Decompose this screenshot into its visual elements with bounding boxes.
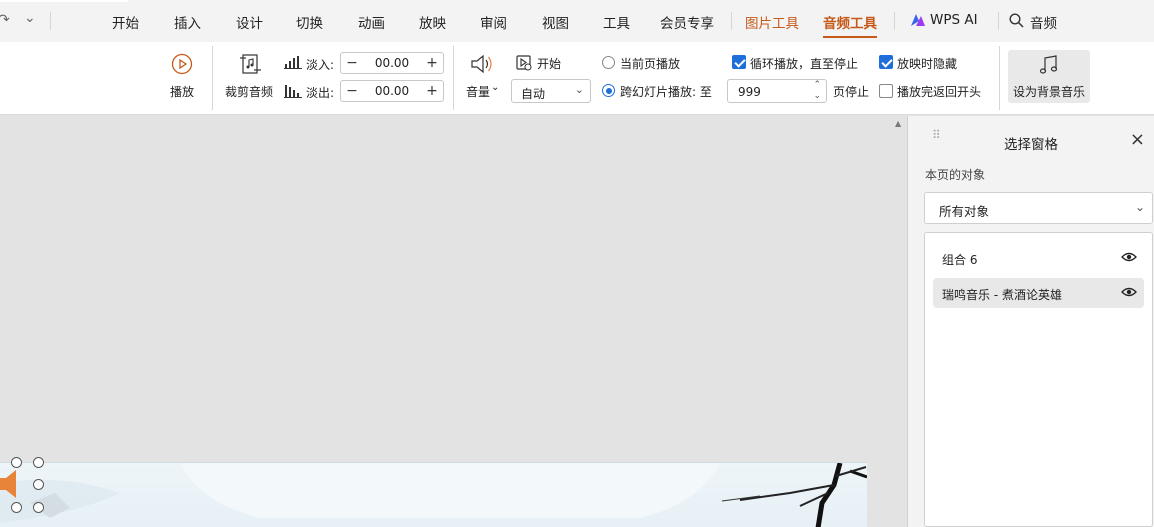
slide-artwork xyxy=(0,463,867,527)
tab-view[interactable]: 视图 xyxy=(542,12,569,32)
eye-icon[interactable] xyxy=(1121,250,1137,267)
canvas-vertical-scrollbar[interactable]: ▲ xyxy=(890,116,907,527)
radio-current-page[interactable] xyxy=(602,56,615,69)
wps-ai-button[interactable]: WPS AI xyxy=(930,12,978,28)
chevron-down-icon: ⌄ xyxy=(1134,200,1145,214)
hide-during-show-label[interactable]: 放映时隐藏 xyxy=(897,55,957,72)
tab-transition[interactable]: 切换 xyxy=(296,12,323,32)
tab-member[interactable]: 会员专享 xyxy=(660,12,714,32)
fade-in-decrement-button[interactable]: − xyxy=(343,54,361,72)
tab-animation[interactable]: 动画 xyxy=(358,12,385,32)
start-trigger-icon xyxy=(516,55,532,74)
fade-out-value[interactable]: 00.00 xyxy=(363,84,421,98)
loop-label[interactable]: 循环播放，直至停止 xyxy=(750,55,858,72)
volume-chevron-down-icon[interactable]: ⌄ xyxy=(491,82,499,93)
object-name: 组合 6 xyxy=(942,253,978,267)
quick-access-more-icon[interactable]: ⌄ xyxy=(24,10,36,26)
fade-in-increment-button[interactable]: + xyxy=(423,54,441,72)
close-icon[interactable]: × xyxy=(1130,129,1145,150)
fade-out-increment-button[interactable]: + xyxy=(423,82,441,100)
fade-in-value[interactable]: 00.00 xyxy=(363,56,421,70)
ribbon-divider xyxy=(999,46,1000,110)
selection-pane: ⠿ 选择窗格 × 本页的对象 所有对象 ⌄ 组合 6 瑞鸣音乐 - 煮酒论英雄 xyxy=(907,116,1154,527)
menu-divider xyxy=(50,12,51,30)
trim-audio-button[interactable]: 裁剪音频 xyxy=(225,83,273,100)
search-icon[interactable] xyxy=(1009,13,1024,31)
menu-divider xyxy=(998,12,999,30)
start-mode-value: 自动 xyxy=(521,87,546,101)
tab-home[interactable]: 开始 xyxy=(112,12,139,32)
resize-handle[interactable] xyxy=(11,502,22,513)
fade-in-label: 淡入: xyxy=(306,58,335,72)
fade-out-stepper[interactable]: − 00.00 + xyxy=(340,80,444,102)
trim-audio-icon[interactable] xyxy=(239,52,263,79)
redo-icon[interactable]: ↷ xyxy=(0,12,10,28)
tab-audio-tools[interactable]: 音频工具 xyxy=(823,12,877,38)
object-list: 组合 6 瑞鸣音乐 - 煮酒论英雄 xyxy=(924,232,1153,527)
pane-subtitle: 本页的对象 xyxy=(925,168,986,182)
ribbon-divider xyxy=(212,46,213,110)
rewind-checkbox[interactable] xyxy=(879,84,893,98)
scroll-up-icon[interactable]: ▲ xyxy=(895,119,901,128)
rewind-label[interactable]: 播放完返回开头 xyxy=(897,83,981,100)
menu-divider xyxy=(894,12,895,30)
resize-handle[interactable] xyxy=(33,479,44,490)
tab-slideshow[interactable]: 放映 xyxy=(419,12,446,32)
start-mode-select[interactable]: 自动 ⌄ xyxy=(511,79,591,103)
menu-bar: ↷ ⌄ 开始 插入 设计 切换 动画 放映 审阅 视图 工具 会员专享 图片工具… xyxy=(0,0,1154,42)
volume-button[interactable]: 音量 xyxy=(466,83,490,100)
tab-picture-tools[interactable]: 图片工具 xyxy=(745,12,799,32)
fade-out-decrement-button[interactable]: − xyxy=(343,82,361,100)
tab-tools[interactable]: 工具 xyxy=(603,12,630,32)
loop-checkbox[interactable] xyxy=(732,55,746,69)
wps-ai-logo-icon xyxy=(910,13,926,30)
play-button[interactable]: 播放 xyxy=(170,83,194,100)
fade-in-stepper[interactable]: − 00.00 + xyxy=(340,52,444,74)
hide-during-show-checkbox[interactable] xyxy=(879,55,893,69)
tab-insert[interactable]: 插入 xyxy=(174,12,201,32)
page-stop-label: 页停止 xyxy=(833,85,870,99)
radio-cross-slides-label[interactable]: 跨幻灯片播放: 至 xyxy=(620,83,712,100)
object-filter-select[interactable]: 所有对象 ⌄ xyxy=(924,192,1153,224)
play-icon[interactable] xyxy=(171,53,193,78)
start-label: 开始 xyxy=(537,57,562,71)
music-note-icon xyxy=(1038,54,1060,79)
volume-icon[interactable] xyxy=(469,52,495,79)
menu-bar-topline xyxy=(0,0,128,2)
menu-divider xyxy=(731,12,732,30)
object-name: 瑞鸣音乐 - 煮酒论英雄 xyxy=(942,288,1062,302)
fade-out-label: 淡出: xyxy=(306,86,335,100)
radio-cross-slides[interactable] xyxy=(602,84,615,97)
pages-spin-icon[interactable]: ⌃ ⌄ xyxy=(813,80,821,102)
fade-in-icon xyxy=(284,55,302,72)
ribbon-divider xyxy=(453,46,454,110)
resize-handle[interactable] xyxy=(11,457,22,468)
stop-after-pages-input[interactable]: 999 ⌃ ⌄ xyxy=(727,79,827,103)
audio-object-speaker-icon[interactable] xyxy=(0,470,22,501)
list-item[interactable]: 组合 6 xyxy=(933,243,1144,273)
resize-handle[interactable] xyxy=(33,457,44,468)
resize-handle[interactable] xyxy=(33,502,44,513)
set-background-music-button[interactable]: 设为背景音乐 xyxy=(1008,50,1090,103)
object-filter-value: 所有对象 xyxy=(939,204,990,219)
set-background-music-label: 设为背景音乐 xyxy=(1013,85,1086,99)
tab-review[interactable]: 审阅 xyxy=(480,12,507,32)
search-input[interactable]: 音频 xyxy=(1030,12,1057,32)
ribbon: 播放 裁剪音频 淡入: − 00.00 + 淡出: − 00.00 + 音量 ⌄… xyxy=(0,42,1154,115)
fade-out-icon xyxy=(284,84,302,101)
radio-current-page-label[interactable]: 当前页播放 xyxy=(620,55,680,72)
pane-title: 选择窗格 xyxy=(1004,137,1058,153)
stop-after-pages-value[interactable]: 999 xyxy=(738,85,761,99)
tab-design[interactable]: 设计 xyxy=(236,12,263,32)
chevron-down-icon: ⌄ xyxy=(574,83,584,96)
eye-icon[interactable] xyxy=(1121,285,1137,302)
slide-thumbnail-content[interactable] xyxy=(0,462,867,527)
list-item[interactable]: 瑞鸣音乐 - 煮酒论英雄 xyxy=(933,278,1144,308)
